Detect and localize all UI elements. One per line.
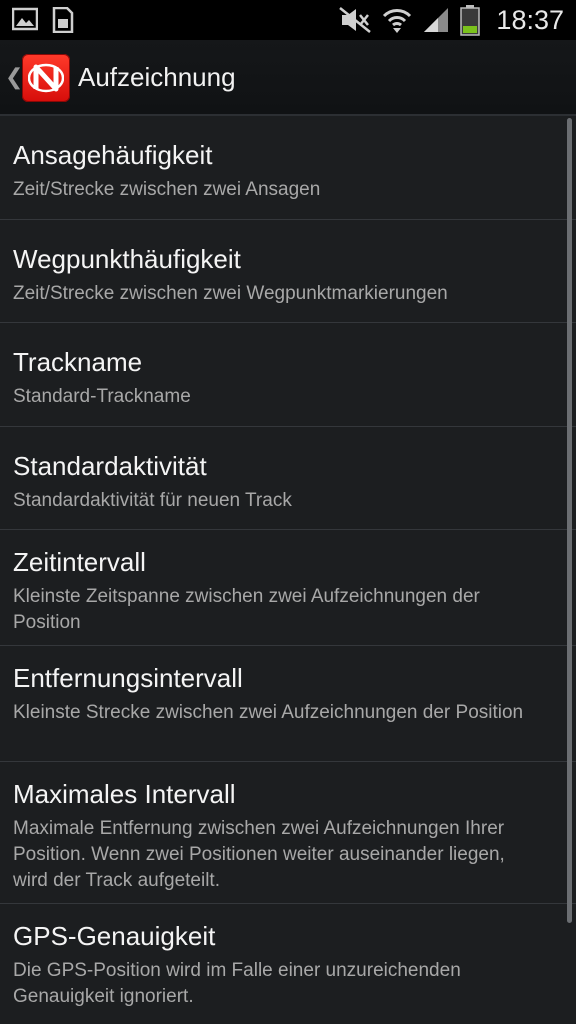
setting-maximales-intervall[interactable]: Maximales Intervall Maximale Entfernung …: [0, 762, 576, 904]
setting-wegpunkthaeufigkeit[interactable]: Wegpunkthäufigkeit Zeit/Strecke zwischen…: [0, 220, 576, 323]
signal-icon: [424, 8, 449, 32]
setting-summary: Maximale Entfernung zwischen zwei Aufzei…: [13, 818, 505, 891]
setting-summary: Kleinste Strecke zwischen zwei Aufzeichn…: [13, 702, 524, 723]
setting-ansagehaeufigkeit[interactable]: Ansagehäufigkeit Zeit/Strecke zwischen z…: [0, 116, 576, 220]
app-logo[interactable]: [22, 54, 70, 102]
setting-title: Wegpunkthäufigkeit: [13, 244, 241, 274]
scrollbar[interactable]: [567, 118, 572, 923]
status-bar: 18:37: [0, 0, 576, 40]
setting-summary: Standard-Trackname: [13, 386, 191, 407]
setting-title: Zeitintervall: [13, 547, 146, 577]
settings-list: Ansagehäufigkeit Zeit/Strecke zwischen z…: [0, 116, 576, 1020]
setting-gps-genauigkeit[interactable]: GPS-Genauigkeit Die GPS-Position wird im…: [0, 904, 576, 1020]
setting-entfernungsintervall[interactable]: Entfernungsintervall Kleinste Strecke zw…: [0, 646, 576, 762]
setting-summary: Zeit/Strecke zwischen zwei Ansagen: [13, 179, 321, 200]
setting-summary: Kleinste Zeitspanne zwischen zwei Aufzei…: [13, 586, 480, 633]
battery-icon: [460, 5, 481, 36]
wifi-icon: [383, 9, 412, 33]
gallery-icon: [12, 7, 38, 31]
setting-summary: Zeit/Strecke zwischen zwei Wegpunktmarki…: [13, 283, 448, 304]
setting-standardaktivitaet[interactable]: Standardaktivität Standardaktivität für …: [0, 427, 576, 530]
setting-summary: Die GPS-Position wird im Falle einer unz…: [13, 960, 461, 1007]
back-caret-icon[interactable]: ❮: [5, 65, 23, 90]
page-title: Aufzeichnung: [78, 62, 236, 92]
mute-icon: [339, 7, 372, 33]
clock: 18:37: [496, 4, 564, 35]
setting-title: Entfernungsintervall: [13, 663, 243, 693]
setting-title: Maximales Intervall: [13, 779, 236, 809]
setting-zeitintervall[interactable]: Zeitintervall Kleinste Zeitspanne zwisch…: [0, 530, 576, 646]
action-bar: ❮ Aufzeichnung: [0, 40, 576, 116]
setting-summary: Standardaktivität für neuen Track: [13, 490, 292, 511]
setting-trackname[interactable]: Trackname Standard-Trackname: [0, 323, 576, 427]
setting-title: GPS-Genauigkeit: [13, 921, 216, 951]
setting-title: Standardaktivität: [13, 451, 207, 481]
sim-card-icon: [52, 7, 74, 33]
setting-title: Trackname: [13, 347, 143, 377]
logo-n-icon: [28, 63, 64, 93]
setting-title: Ansagehäufigkeit: [13, 140, 213, 170]
